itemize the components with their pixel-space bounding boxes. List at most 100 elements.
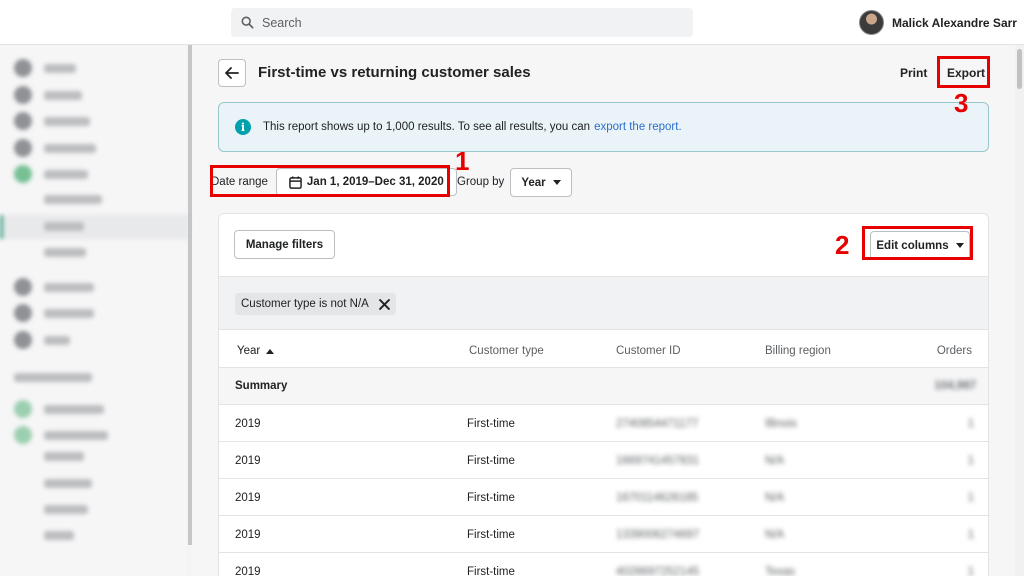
top-bar: Search Malick Alexandre Sarr <box>0 0 1024 45</box>
column-header-orders[interactable]: Orders <box>937 345 972 357</box>
report-card: Manage filters Edit columns Customer typ… <box>218 213 989 576</box>
close-icon[interactable] <box>378 298 390 310</box>
scrollbar-thumb[interactable] <box>1017 49 1022 89</box>
table-row: 2019 First-time 4028697252145 Texas 1 <box>219 553 988 576</box>
annotation-number-2: 2 <box>835 230 850 260</box>
annotation-box-edit-columns <box>862 226 973 260</box>
apps-icon <box>14 331 32 349</box>
cell-orders: 1 <box>967 455 974 467</box>
print-button[interactable]: Print <box>900 66 927 80</box>
user-name: Malick Alexandre Sarr <box>892 15 1017 30</box>
group-by-label: Group by <box>457 176 505 188</box>
sidebar-item-home[interactable] <box>14 59 76 77</box>
table-row: 2019 First-time 1670114626185 N/A 1 <box>219 479 988 516</box>
info-icon: i <box>235 119 251 135</box>
home-icon <box>14 59 32 77</box>
cell-billing-region: Texas <box>765 566 796 576</box>
filter-chip-label: Customer type is not N/A <box>241 298 369 310</box>
sidebar-item-analytics[interactable] <box>14 165 88 183</box>
filter-chip: Customer type is not N/A <box>235 293 396 315</box>
cell-customer-type: First-time <box>467 529 515 541</box>
annotation-box-date-range <box>210 165 450 197</box>
sidebar-subitem-1[interactable] <box>44 452 84 461</box>
sidebar-item-products[interactable] <box>14 112 90 130</box>
column-header-customer-type[interactable]: Customer type <box>469 345 544 357</box>
cell-year: 2019 <box>235 492 261 504</box>
user-menu[interactable]: Malick Alexandre Sarr <box>859 10 1017 35</box>
cell-billing-region: N/A <box>765 492 785 504</box>
cell-customer-type: First-time <box>467 566 515 576</box>
cell-billing-region: N/A <box>765 455 785 467</box>
cell-customer-type: First-time <box>467 418 515 430</box>
discounts-icon <box>14 304 32 322</box>
cell-customer-id: 1669741457831 <box>616 455 700 467</box>
sidebar-subitem-4[interactable] <box>44 531 74 540</box>
table-row: 2019 First-time 1339006274697 N/A 1 <box>219 516 988 553</box>
manage-filters-button[interactable]: Manage filters <box>234 230 335 259</box>
sidebar-item-customers[interactable] <box>14 139 96 157</box>
sidebar <box>0 0 190 576</box>
info-banner: i This report shows up to 1,000 results.… <box>218 102 989 152</box>
marketing-icon <box>14 278 32 296</box>
sidebar-item-apps[interactable] <box>14 331 70 349</box>
main-scrollbar[interactable] <box>1015 45 1024 576</box>
export-report-link[interactable]: export the report. <box>594 121 682 133</box>
sidebar-item-channel-1[interactable] <box>14 400 104 418</box>
banner-text: This report shows up to 1,000 results. T… <box>263 121 591 133</box>
cell-billing-region: N/A <box>765 529 785 541</box>
cell-customer-id: 4028697252145 <box>616 566 700 576</box>
cell-orders: 1 <box>967 566 974 576</box>
main-content: First-time vs returning customer sales P… <box>193 45 1014 576</box>
cell-orders: 1 <box>967 529 974 541</box>
search-icon <box>241 16 254 29</box>
caret-down-icon <box>552 180 561 185</box>
sort-ascending-icon <box>266 348 275 354</box>
cell-customer-type: First-time <box>467 492 515 504</box>
page-title: First-time vs returning customer sales <box>258 64 531 81</box>
sidebar-subitem-2[interactable] <box>44 479 92 488</box>
column-header-customer-id[interactable]: Customer ID <box>616 345 681 357</box>
cell-year: 2019 <box>235 455 261 467</box>
active-filters: Customer type is not N/A <box>219 276 988 330</box>
search-placeholder: Search <box>262 15 302 30</box>
sidebar-subitem-live-view[interactable] <box>44 248 86 257</box>
channel-icon <box>14 400 32 418</box>
sidebar-subitem-reports[interactable] <box>44 222 84 231</box>
cell-orders: 1 <box>967 418 974 430</box>
annotation-number-3: 3 <box>954 88 969 118</box>
back-button[interactable] <box>218 59 246 87</box>
cell-year: 2019 <box>235 418 261 430</box>
avatar <box>859 10 884 35</box>
group-by-select[interactable]: Year <box>510 168 572 197</box>
cell-billing-region: Illinois <box>765 418 797 430</box>
sidebar-subitem-reports-active[interactable] <box>0 215 190 239</box>
annotation-box-export <box>937 56 990 88</box>
arrow-left-icon <box>225 67 239 79</box>
products-icon <box>14 112 32 130</box>
cell-year: 2019 <box>235 566 261 576</box>
sidebar-subitem-3[interactable] <box>44 505 88 514</box>
sidebar-subitem-dashboards[interactable] <box>44 195 102 204</box>
column-header-billing-region[interactable]: Billing region <box>765 345 831 357</box>
search-bar[interactable]: Search <box>231 8 693 37</box>
group-by-value: Year <box>521 176 546 189</box>
sidebar-item-discounts[interactable] <box>14 304 94 322</box>
sidebar-item-orders[interactable] <box>14 86 82 104</box>
cell-customer-id: 2740854471177 <box>616 418 699 430</box>
sidebar-item-marketing[interactable] <box>14 278 94 296</box>
summary-orders: 104,987 <box>934 380 976 392</box>
table-row: 2019 First-time 1669741457831 N/A 1 <box>219 442 988 479</box>
cell-customer-id: 1670114626185 <box>616 492 699 504</box>
table-header: Year Customer type Customer ID Billing r… <box>219 332 988 368</box>
column-header-year[interactable]: Year <box>237 345 275 357</box>
sidebar-scrollbar[interactable] <box>188 45 192 545</box>
channel-icon <box>14 426 32 444</box>
table-row: 2019 First-time 2740854471177 Illinois 1 <box>219 405 988 442</box>
cell-orders: 1 <box>967 492 974 504</box>
summary-row: Summary 104,987 <box>219 368 988 405</box>
column-header-label: Year <box>237 345 261 357</box>
cell-customer-id: 1339006274697 <box>616 529 700 541</box>
sidebar-item-channel-2[interactable] <box>14 426 108 444</box>
orders-icon <box>14 86 32 104</box>
analytics-icon <box>14 165 32 183</box>
